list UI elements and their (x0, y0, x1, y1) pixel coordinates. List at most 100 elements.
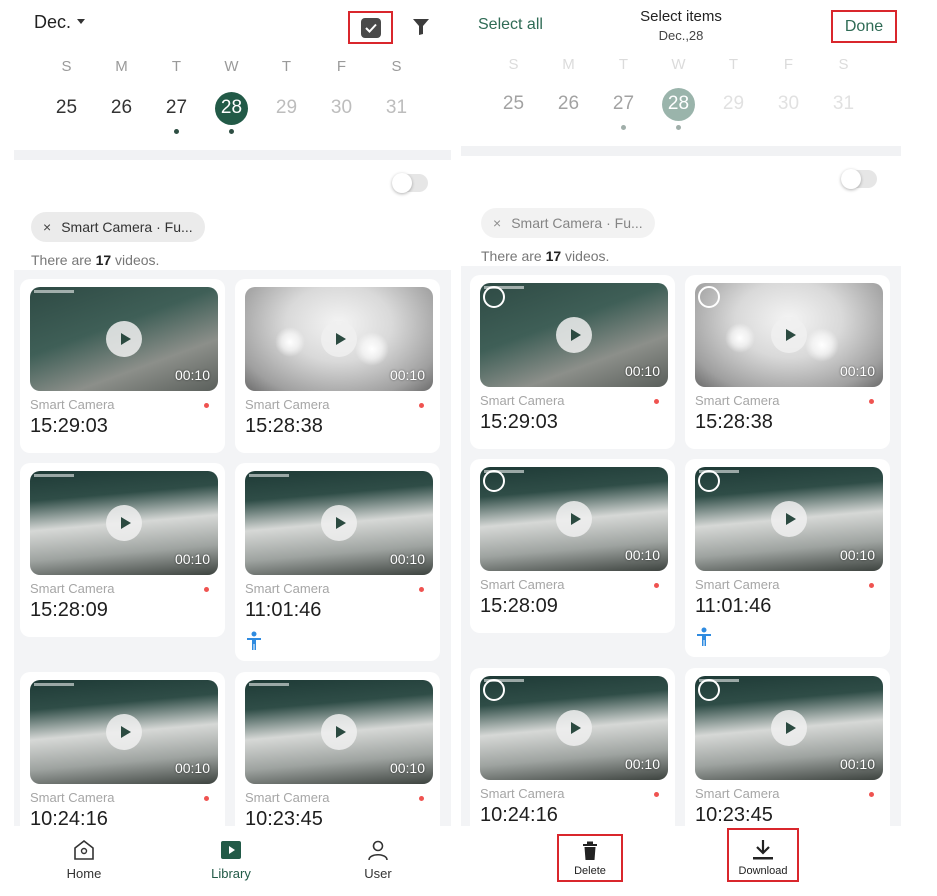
month-selector[interactable]: Dec. (34, 12, 86, 33)
video-duration: 00:10 (389, 367, 425, 383)
video-card[interactable]: 00:10 Smart Camera 15:29:03 (20, 279, 225, 453)
light-glare (355, 332, 389, 366)
video-thumbnail: 00:10 (245, 471, 433, 575)
download-label: Download (738, 865, 788, 877)
timestamp-overlay (249, 683, 289, 686)
video-grid: 00:10 Smart Camera 15:29:03 00:10 Smart … (461, 266, 901, 828)
date-cell-selected[interactable]: 28 (204, 92, 259, 134)
filter-icon[interactable] (412, 18, 430, 41)
select-circle-icon[interactable] (483, 286, 505, 308)
count-suffix: videos. (561, 248, 610, 264)
weekday-label: F (336, 58, 347, 75)
weekday-row: S M T W T F S (14, 58, 451, 75)
close-icon[interactable]: × (43, 219, 51, 235)
play-icon[interactable] (771, 501, 807, 537)
select-circle-icon[interactable] (483, 470, 505, 492)
play-icon[interactable] (321, 505, 357, 541)
play-icon[interactable] (556, 710, 592, 746)
play-triangle (335, 726, 346, 738)
select-header: Select all Select items Dec.,28 Done (461, 0, 901, 50)
video-duration: 00:10 (624, 363, 660, 379)
play-icon[interactable] (321, 321, 357, 357)
date-number: 27 (612, 93, 635, 114)
video-card[interactable]: 00:10 Smart Camera 10:24:16 (20, 672, 225, 828)
camera-name: Smart Camera (695, 786, 780, 801)
date-cell: 27 (596, 88, 651, 130)
select-mode-screen: Select all Select items Dec.,28 Done S M… (461, 0, 901, 896)
weekday-label: F (783, 56, 794, 73)
filter-chip: × Smart Camera · Fu... (481, 208, 655, 238)
play-icon[interactable] (106, 714, 142, 750)
nav-label: User (364, 866, 392, 881)
date-cell[interactable]: 25 (39, 92, 94, 124)
nav-home[interactable]: Home (44, 838, 124, 881)
video-time: 15:29:03 (480, 411, 558, 433)
record-dot (654, 399, 659, 404)
video-card[interactable]: 00:10 Smart Camera 15:28:38 (235, 279, 440, 453)
date-number: 25 (55, 97, 78, 118)
play-icon[interactable] (556, 317, 592, 353)
record-dot (204, 587, 209, 592)
select-circle-icon[interactable] (483, 679, 505, 701)
play-triangle (120, 333, 131, 345)
date-cell[interactable]: 26 (94, 92, 149, 124)
video-thumbnail: 00:10 (480, 676, 668, 780)
delete-button[interactable]: Delete (557, 834, 623, 882)
download-button[interactable]: Download (727, 828, 799, 882)
date-number: 26 (110, 97, 133, 118)
filter-chip-label: Smart Camera · Fu... (61, 219, 193, 235)
date-cell: 29 (259, 92, 314, 124)
filter-chip[interactable]: × Smart Camera · Fu... (31, 212, 205, 242)
count-number: 17 (95, 252, 112, 268)
nav-user[interactable]: User (338, 838, 418, 881)
select-mode-button[interactable] (348, 11, 393, 44)
nav-library[interactable]: Library (191, 838, 271, 881)
video-card[interactable]: 00:10 Smart Camera 10:23:45 (685, 668, 890, 828)
has-video-dot (676, 125, 681, 130)
toggle-switch[interactable] (392, 173, 428, 193)
date-cell: 26 (541, 88, 596, 120)
download-icon (753, 840, 773, 860)
play-icon[interactable] (556, 501, 592, 537)
video-thumbnail: 00:10 (695, 676, 883, 780)
weekday-label: S (61, 58, 72, 75)
video-thumbnail: 00:10 (30, 287, 218, 391)
weekday-label: T (281, 58, 292, 75)
count-prefix: There are (481, 248, 546, 264)
play-icon[interactable] (106, 505, 142, 541)
video-card[interactable]: 00:10 Smart Camera 10:24:16 (470, 668, 675, 828)
video-card[interactable]: 00:10 Smart Camera 11:01:46 (685, 459, 890, 657)
done-button[interactable]: Done (831, 10, 897, 43)
video-time: 15:28:38 (695, 411, 773, 433)
video-time: 11:01:46 (245, 599, 322, 621)
play-icon[interactable] (771, 317, 807, 353)
video-card[interactable]: 00:10 Smart Camera 15:28:09 (20, 463, 225, 637)
video-card[interactable]: 00:10 Smart Camera 15:28:09 (470, 459, 675, 633)
video-thumbnail: 00:10 (695, 283, 883, 387)
nav-label: Library (211, 866, 251, 881)
record-dot (204, 796, 209, 801)
date-cell: 31 (369, 92, 424, 124)
select-circle-icon[interactable] (698, 470, 720, 492)
toggle-switch (841, 169, 877, 189)
date-number: 29 (722, 93, 745, 114)
video-card[interactable]: 00:10 Smart Camera 10:23:45 (235, 672, 440, 828)
video-thumbnail: 00:10 (30, 680, 218, 784)
video-card[interactable]: 00:10 Smart Camera 15:29:03 (470, 275, 675, 449)
select-circle-icon[interactable] (698, 286, 720, 308)
video-time: 15:28:09 (480, 595, 558, 617)
weekday-row: S M T W T F S (461, 56, 901, 73)
play-icon[interactable] (321, 714, 357, 750)
delete-label: Delete (574, 865, 606, 877)
video-time: 15:28:38 (245, 415, 323, 437)
play-triangle (335, 517, 346, 529)
select-circle-icon[interactable] (698, 679, 720, 701)
play-icon[interactable] (771, 710, 807, 746)
date-cell[interactable]: 27 (149, 92, 204, 134)
date-row: 25 26 27 28 29 30 31 (461, 88, 901, 130)
video-card[interactable]: 00:10 Smart Camera 15:28:38 (685, 275, 890, 449)
video-thumbnail: 00:10 (30, 471, 218, 575)
play-triangle (570, 722, 581, 734)
play-icon[interactable] (106, 321, 142, 357)
video-card[interactable]: 00:10 Smart Camera 11:01:46 (235, 463, 440, 661)
